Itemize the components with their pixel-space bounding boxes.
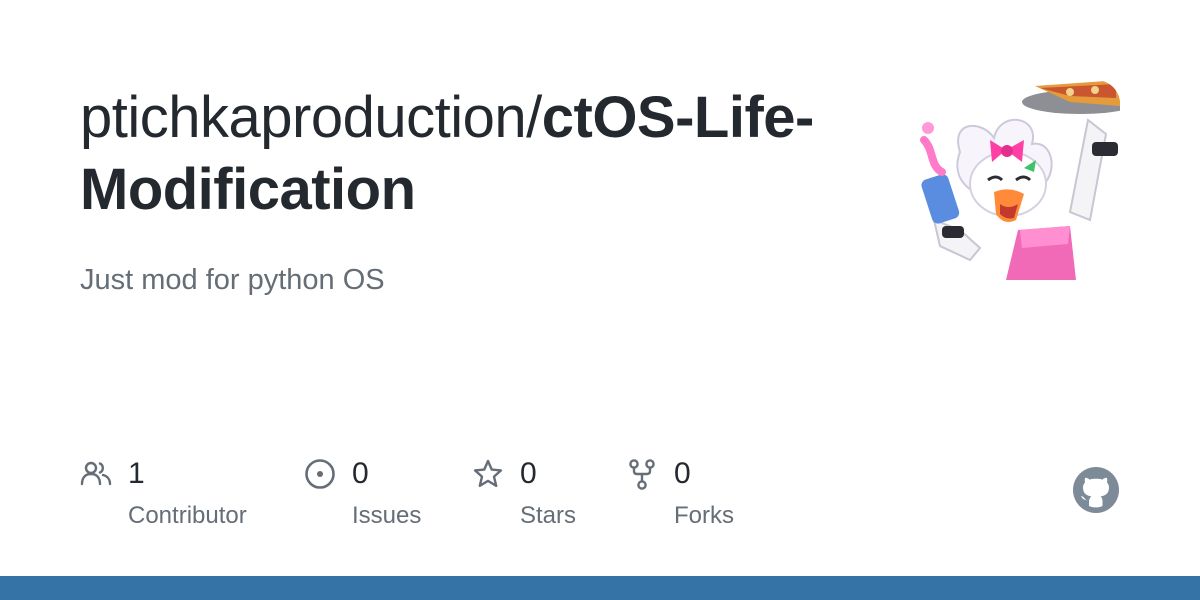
repo-title: ptichkaproduction/ctOS-Life-Modification	[80, 82, 860, 226]
stat-contributors[interactable]: 1 Contributor	[80, 456, 280, 536]
stat-label: Contributor	[128, 502, 247, 529]
stat-value: 0	[520, 457, 537, 490]
github-logo-icon[interactable]	[1072, 466, 1120, 514]
repo-description: Just mod for python OS	[80, 264, 385, 296]
star-icon	[473, 459, 503, 487]
stat-label: Stars	[520, 502, 577, 529]
repo-owner: ptichkaproduction/	[80, 85, 542, 150]
stat-issues[interactable]: 0 Issues	[304, 456, 464, 536]
stat-forks[interactable]: 0 Forks	[626, 456, 786, 536]
owner-avatar	[920, 80, 1120, 280]
stat-label: Forks	[674, 502, 734, 529]
issue-opened-icon	[305, 459, 335, 489]
stat-value: 0	[674, 457, 691, 490]
repo-stats: 1 Contributor 0 Issues 0 Stars 0 Forks	[0, 456, 1200, 536]
language-bar	[0, 576, 1200, 600]
language-bar-python	[0, 576, 1200, 600]
stat-value: 0	[352, 457, 369, 490]
stat-label: Issues	[352, 502, 422, 529]
repo-forked-icon	[629, 459, 655, 490]
people-icon	[80, 461, 112, 486]
stat-stars[interactable]: 0 Stars	[472, 456, 622, 536]
stat-value: 1	[128, 457, 145, 490]
